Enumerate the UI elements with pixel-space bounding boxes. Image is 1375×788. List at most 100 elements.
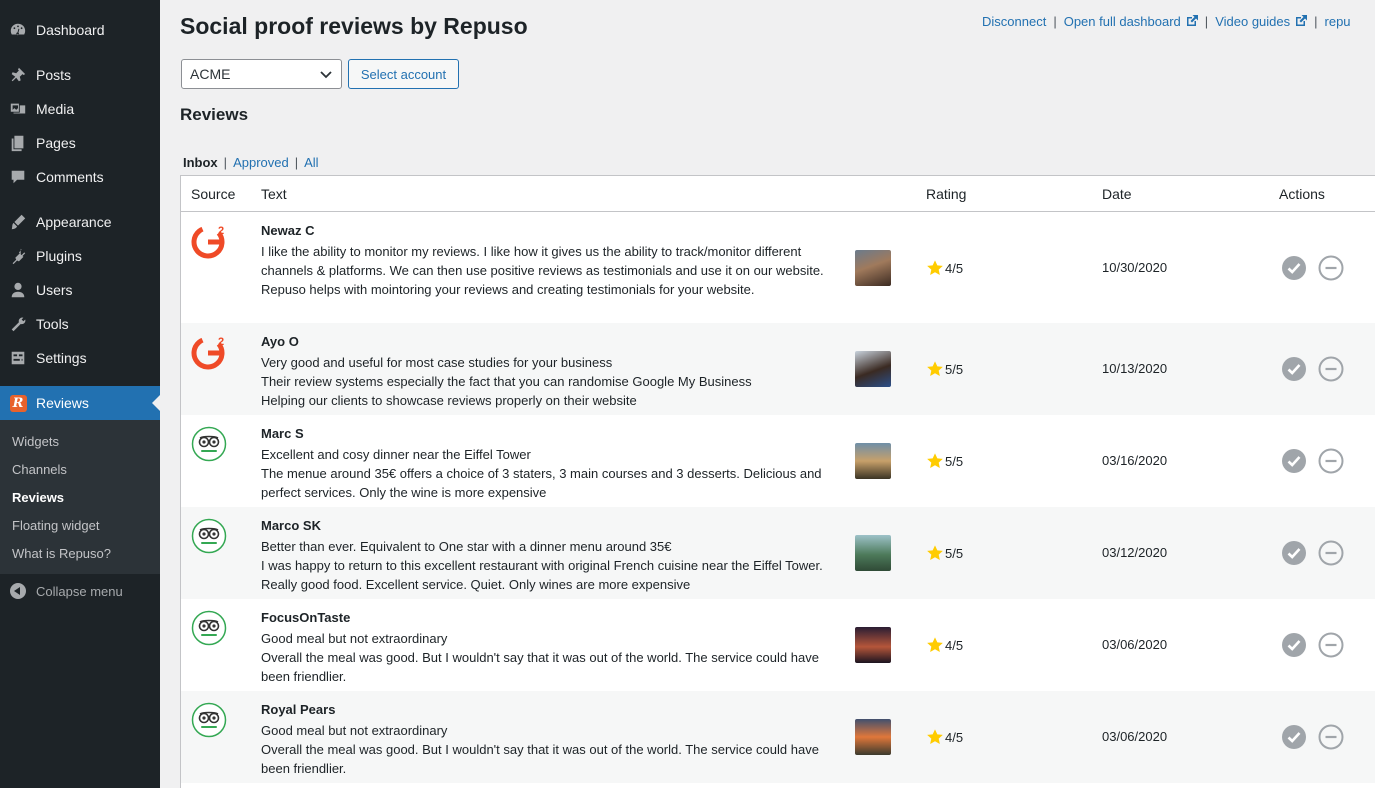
sidebar-item-settings[interactable]: Settings <box>0 341 160 375</box>
collapse-menu-button[interactable]: Collapse menu <box>0 580 160 602</box>
review-text-line: Very good and useful for most case studi… <box>261 355 613 370</box>
video-guides-link[interactable]: Video guides <box>1215 14 1308 29</box>
column-header-text[interactable]: Text <box>261 186 287 202</box>
review-date: 03/06/2020 <box>1102 637 1168 652</box>
review-date: 03/06/2020 <box>1102 729 1168 744</box>
review-author: Royal Pears <box>261 702 336 717</box>
admin-sidebar: Dashboard Posts Media Pages Comments App… <box>0 0 160 788</box>
column-header-rating[interactable]: Rating <box>926 186 966 202</box>
tab-separator: | <box>223 155 228 170</box>
sidebar-item-media[interactable]: Media <box>0 92 160 126</box>
review-text: Good meal but not extraordinary Overall t… <box>261 629 846 686</box>
submenu-item-what-is-repuso[interactable]: What is Repuso? <box>12 546 111 561</box>
brush-icon <box>0 213 36 231</box>
submenu-item-floating-widget[interactable]: Floating widget <box>12 518 99 533</box>
approve-icon[interactable] <box>1281 255 1307 281</box>
review-text-line: Repuso helps with mointoring your review… <box>261 282 755 297</box>
review-author: Marc S <box>261 426 304 441</box>
review-text: Excellent and cosy dinner near the Eiffe… <box>261 445 846 502</box>
review-text-line: Good meal but not extraordinary <box>261 631 448 646</box>
sidebar-item-label: Settings <box>36 350 87 366</box>
sidebar-item-label: Pages <box>36 135 76 151</box>
repuso-link[interactable]: repu <box>1325 14 1351 29</box>
reviews-heading: Reviews <box>180 105 249 124</box>
reviewer-photo <box>855 351 891 387</box>
reviews-table: Source Text Rating Date Actions 2 Newaz C… <box>180 175 1375 788</box>
g2-logo-icon: 2 <box>191 334 227 370</box>
reject-icon[interactable] <box>1318 356 1344 382</box>
reject-icon[interactable] <box>1318 448 1344 474</box>
submenu-item-channels[interactable]: Channels <box>12 462 67 477</box>
open-full-dashboard-label: Open full dashboard <box>1063 14 1181 29</box>
rating-value: 5/5 <box>945 545 964 561</box>
column-header-date[interactable]: Date <box>1102 186 1132 202</box>
sidebar-item-tools[interactable]: Tools <box>0 307 160 341</box>
approve-icon[interactable] <box>1281 356 1307 382</box>
approve-icon[interactable] <box>1281 632 1307 658</box>
rating-value: 4/5 <box>945 260 964 276</box>
sidebar-item-comments[interactable]: Comments <box>0 160 160 194</box>
review-text-line: Their review systems especially the fact… <box>261 374 752 389</box>
account-select-value: ACME <box>190 66 231 82</box>
external-link-icon <box>1296 15 1308 26</box>
approve-icon[interactable] <box>1281 724 1307 750</box>
svg-text:2: 2 <box>218 336 224 348</box>
reject-icon[interactable] <box>1318 724 1344 750</box>
review-date: 03/12/2020 <box>1102 545 1168 560</box>
sidebar-item-plugins[interactable]: Plugins <box>0 239 160 273</box>
sidebar-item-dashboard[interactable]: Dashboard <box>0 13 160 47</box>
tripadvisor-logo-icon <box>191 518 227 554</box>
submenu-item-widgets[interactable]: Widgets <box>12 434 59 449</box>
account-select[interactable]: ACME <box>181 59 342 89</box>
reviewer-photo <box>855 443 891 479</box>
external-link-icon <box>1186 15 1198 26</box>
review-rating: 4/5 <box>926 728 963 746</box>
dashboard-icon <box>0 21 36 39</box>
sidebar-item-appearance[interactable]: Appearance <box>0 205 160 239</box>
star-icon <box>927 361 943 377</box>
column-header-source[interactable]: Source <box>191 186 235 202</box>
review-text: Better than ever. Equivalent to One star… <box>261 537 846 594</box>
collapse-arrow-icon <box>10 583 26 599</box>
review-date: 10/13/2020 <box>1102 361 1168 376</box>
review-text-line: Excellent and cosy dinner near the Eiffe… <box>261 447 531 462</box>
approve-icon[interactable] <box>1281 448 1307 474</box>
tab-approved[interactable]: Approved <box>233 155 289 170</box>
approve-icon[interactable] <box>1281 540 1307 566</box>
star-icon <box>927 729 943 745</box>
sidebar-item-users[interactable]: Users <box>0 273 160 307</box>
review-text-line: I like the ability to monitor my reviews… <box>261 244 824 278</box>
star-icon <box>927 453 943 469</box>
user-icon <box>0 281 36 299</box>
disconnect-link[interactable]: Disconnect <box>982 14 1046 29</box>
submenu-item-reviews[interactable]: Reviews <box>12 490 64 505</box>
select-account-button[interactable]: Select account <box>348 59 459 89</box>
link-separator: | <box>1204 14 1209 29</box>
table-row: Marco SK Better than ever. Equivalent to … <box>181 507 1375 599</box>
tripadvisor-logo-icon <box>191 426 227 462</box>
reject-icon[interactable] <box>1318 540 1344 566</box>
review-author: Newaz C <box>261 223 315 238</box>
sidebar-item-posts[interactable]: Posts <box>0 58 160 92</box>
review-text: Good meal but not extraordinary Overall t… <box>261 721 846 778</box>
tab-all[interactable]: All <box>304 155 318 170</box>
tripadvisor-logo-icon <box>191 702 227 738</box>
review-author: FocusOnTaste <box>261 610 351 625</box>
column-header-actions: Actions <box>1279 186 1325 202</box>
star-icon <box>927 260 943 276</box>
reject-icon[interactable] <box>1318 632 1344 658</box>
tab-separator: | <box>294 155 299 170</box>
comment-icon <box>0 168 36 186</box>
sidebar-item-label: Plugins <box>36 248 82 264</box>
review-text-line: Overall the meal was good. But I wouldn'… <box>261 650 819 684</box>
open-full-dashboard-link[interactable]: Open full dashboard <box>1064 14 1198 29</box>
review-rating: 5/5 <box>926 452 963 470</box>
review-rating: 5/5 <box>926 360 963 378</box>
tab-inbox[interactable]: Inbox <box>183 155 218 170</box>
media-icon <box>0 100 36 118</box>
review-text-line: Helping our clients to showcase reviews … <box>261 393 637 408</box>
chevron-down-icon <box>320 71 332 79</box>
reject-icon[interactable] <box>1318 255 1344 281</box>
sidebar-item-pages[interactable]: Pages <box>0 126 160 160</box>
sidebar-item-reviews[interactable]: R Reviews <box>0 386 160 420</box>
